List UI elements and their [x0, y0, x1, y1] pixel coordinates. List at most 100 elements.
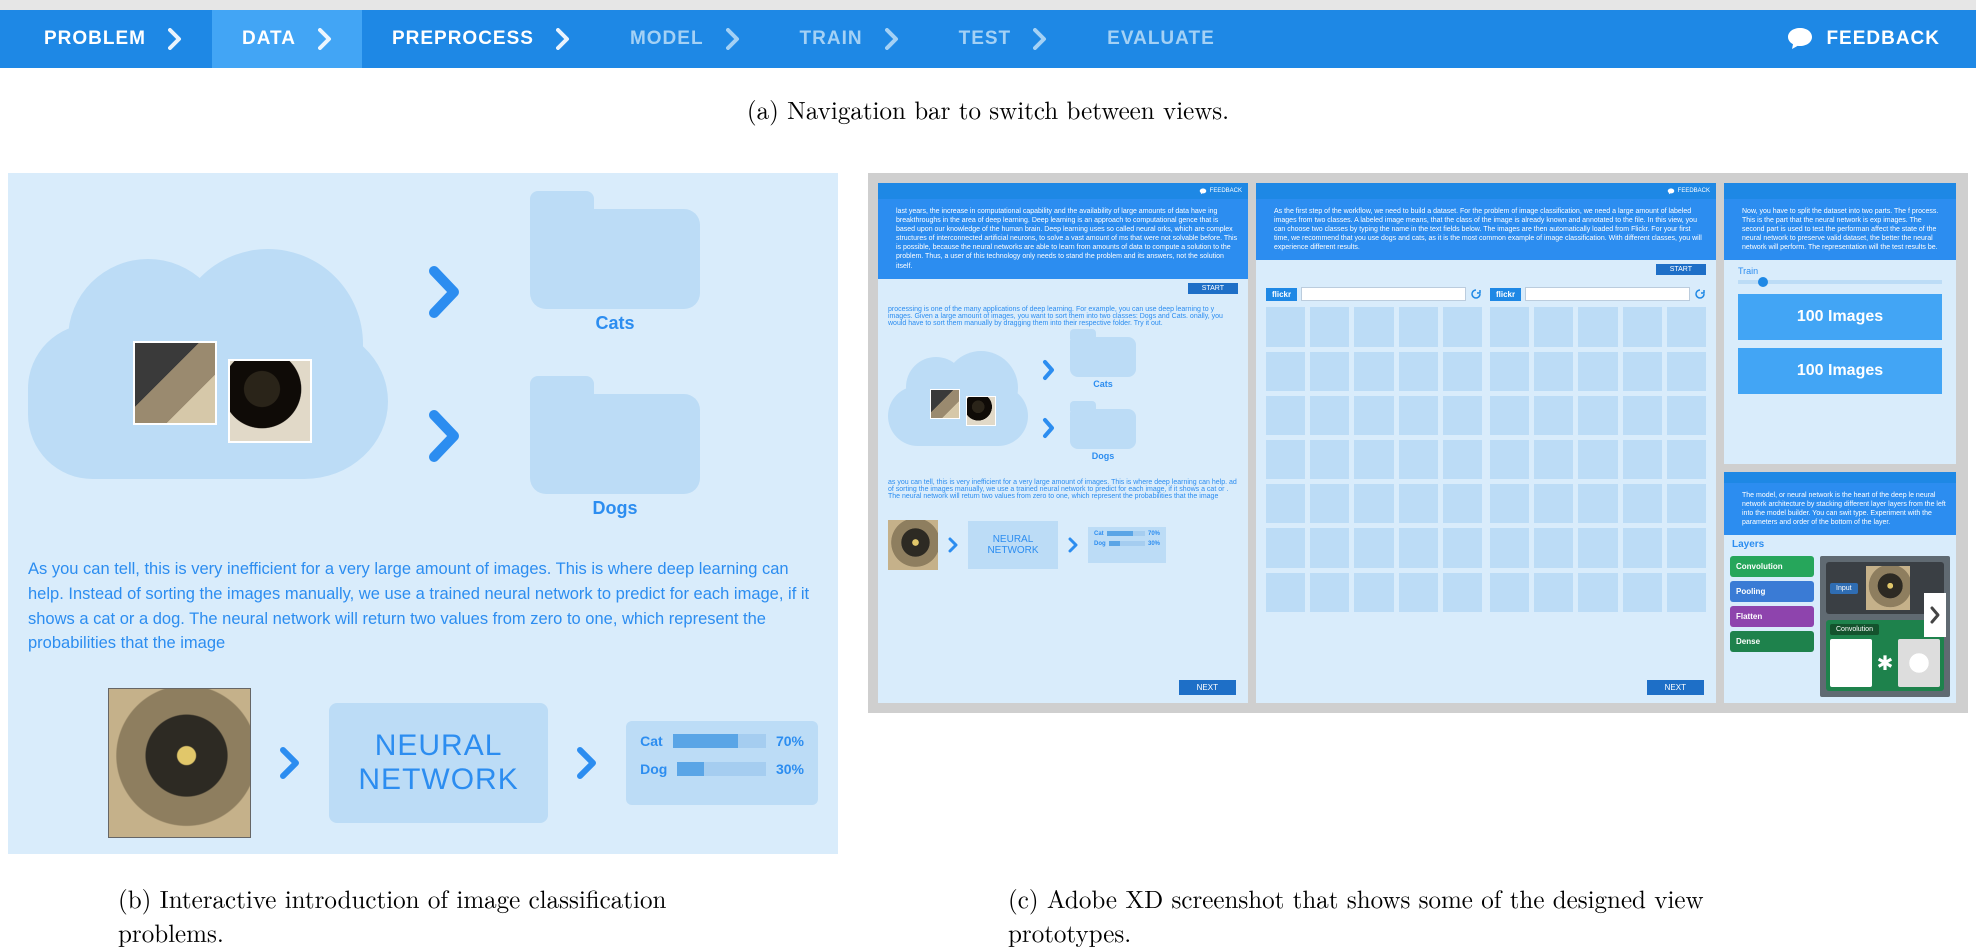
- grid-cell[interactable]: [1399, 396, 1438, 435]
- nav-step-test[interactable]: TEST: [929, 10, 1078, 68]
- layer-pool[interactable]: Pooling: [1730, 581, 1814, 602]
- grid-cell[interactable]: [1443, 528, 1482, 567]
- grid-cell[interactable]: [1667, 528, 1706, 567]
- grid-cell[interactable]: [1443, 573, 1482, 612]
- grid-cell[interactable]: [1266, 307, 1305, 346]
- grid-cell[interactable]: [1623, 528, 1662, 567]
- grid-cell[interactable]: [1578, 528, 1617, 567]
- grid-cell[interactable]: [1534, 307, 1573, 346]
- grid-cell[interactable]: [1443, 396, 1482, 435]
- grid-cell[interactable]: [1667, 307, 1706, 346]
- refresh-icon[interactable]: [1470, 288, 1482, 300]
- start-button[interactable]: START: [1188, 283, 1238, 294]
- model-builder[interactable]: Input Convolution ✱: [1820, 556, 1950, 697]
- grid-cell[interactable]: [1667, 484, 1706, 523]
- grid-cell[interactable]: [1578, 352, 1617, 391]
- class-name-input[interactable]: [1525, 287, 1690, 301]
- grid-cell[interactable]: [1399, 528, 1438, 567]
- nav-step-evaluate[interactable]: EVALUATE: [1077, 10, 1245, 68]
- grid-cell[interactable]: [1310, 307, 1349, 346]
- grid-cell[interactable]: [1443, 307, 1482, 346]
- grid-cell[interactable]: [1310, 484, 1349, 523]
- grid-cell[interactable]: [1354, 352, 1393, 391]
- refresh-icon[interactable]: [1694, 288, 1706, 300]
- grid-cell[interactable]: [1667, 352, 1706, 391]
- image-count-button[interactable]: 100 Images: [1738, 294, 1942, 340]
- grid-cell[interactable]: [1266, 573, 1305, 612]
- grid-cell[interactable]: [1534, 573, 1573, 612]
- grid-cell[interactable]: [1667, 396, 1706, 435]
- grid-cell[interactable]: [1399, 307, 1438, 346]
- grid-cell[interactable]: [1623, 396, 1662, 435]
- grid-cell[interactable]: [1443, 484, 1482, 523]
- layer-dense[interactable]: Dense: [1730, 631, 1814, 652]
- grid-cell[interactable]: [1578, 484, 1617, 523]
- cat-thumbnail[interactable]: [133, 341, 217, 425]
- grid-cell[interactable]: [1578, 440, 1617, 479]
- nav-step-model[interactable]: MODEL: [600, 10, 770, 68]
- class-name-input[interactable]: [1301, 287, 1466, 301]
- grid-cell[interactable]: [1578, 307, 1617, 346]
- grid-cell[interactable]: [1266, 396, 1305, 435]
- grid-cell[interactable]: [1490, 307, 1529, 346]
- train-slider[interactable]: Train: [1724, 260, 1956, 286]
- grid-cell[interactable]: [1490, 396, 1529, 435]
- nav-step-data[interactable]: DATA: [212, 10, 362, 68]
- layer-conv[interactable]: Convolution: [1730, 556, 1814, 577]
- grid-cell[interactable]: [1443, 440, 1482, 479]
- grid-cell[interactable]: [1354, 528, 1393, 567]
- grid-cell[interactable]: [1310, 440, 1349, 479]
- folder-cats[interactable]: Cats: [530, 209, 700, 334]
- grid-cell[interactable]: [1534, 440, 1573, 479]
- grid-cell[interactable]: [1667, 573, 1706, 612]
- grid-cell[interactable]: [1266, 440, 1305, 479]
- nav-step-preprocess[interactable]: PREPROCESS: [362, 10, 600, 68]
- grid-cell[interactable]: [1534, 528, 1573, 567]
- grid-cell[interactable]: [1266, 484, 1305, 523]
- folder-dogs[interactable]: Dogs: [530, 394, 700, 519]
- grid-cell[interactable]: [1399, 440, 1438, 479]
- grid-cell[interactable]: [1534, 352, 1573, 391]
- grid-cell[interactable]: [1354, 440, 1393, 479]
- grid-cell[interactable]: [1578, 396, 1617, 435]
- chevron-right-icon[interactable]: [1924, 593, 1946, 637]
- grid-cell[interactable]: [1266, 352, 1305, 391]
- grid-cell[interactable]: [1490, 440, 1529, 479]
- chevron-right-icon: [428, 409, 462, 463]
- feedback-button[interactable]: FEEDBACK: [1764, 10, 1962, 68]
- grid-cell[interactable]: [1534, 484, 1573, 523]
- grid-cell[interactable]: [1354, 573, 1393, 612]
- grid-cell[interactable]: [1490, 352, 1529, 391]
- next-button[interactable]: NEXT: [1647, 680, 1704, 695]
- next-button[interactable]: NEXT: [1179, 680, 1236, 695]
- nav-step-problem[interactable]: PROBLEM: [14, 10, 212, 68]
- grid-cell[interactable]: [1490, 573, 1529, 612]
- grid-cell[interactable]: [1310, 528, 1349, 567]
- grid-cell[interactable]: [1354, 484, 1393, 523]
- grid-cell[interactable]: [1443, 352, 1482, 391]
- grid-cell[interactable]: [1399, 484, 1438, 523]
- image-count-button[interactable]: 100 Images: [1738, 348, 1942, 394]
- grid-cell[interactable]: [1534, 396, 1573, 435]
- grid-cell[interactable]: [1399, 352, 1438, 391]
- grid-cell[interactable]: [1623, 484, 1662, 523]
- grid-cell[interactable]: [1578, 573, 1617, 612]
- grid-cell[interactable]: [1667, 440, 1706, 479]
- grid-cell[interactable]: [1623, 573, 1662, 612]
- grid-cell[interactable]: [1310, 396, 1349, 435]
- dog-thumbnail[interactable]: [228, 359, 312, 443]
- grid-cell[interactable]: [1310, 573, 1349, 612]
- grid-cell[interactable]: [1354, 396, 1393, 435]
- nav-step-train[interactable]: TRAIN: [770, 10, 929, 68]
- grid-cell[interactable]: [1266, 528, 1305, 567]
- grid-cell[interactable]: [1490, 484, 1529, 523]
- grid-cell[interactable]: [1354, 307, 1393, 346]
- grid-cell[interactable]: [1490, 528, 1529, 567]
- grid-cell[interactable]: [1623, 352, 1662, 391]
- grid-cell[interactable]: [1399, 573, 1438, 612]
- grid-cell[interactable]: [1310, 352, 1349, 391]
- layer-flatten[interactable]: Flatten: [1730, 606, 1814, 627]
- grid-cell[interactable]: [1623, 440, 1662, 479]
- grid-cell[interactable]: [1623, 307, 1662, 346]
- start-button[interactable]: START: [1656, 264, 1706, 275]
